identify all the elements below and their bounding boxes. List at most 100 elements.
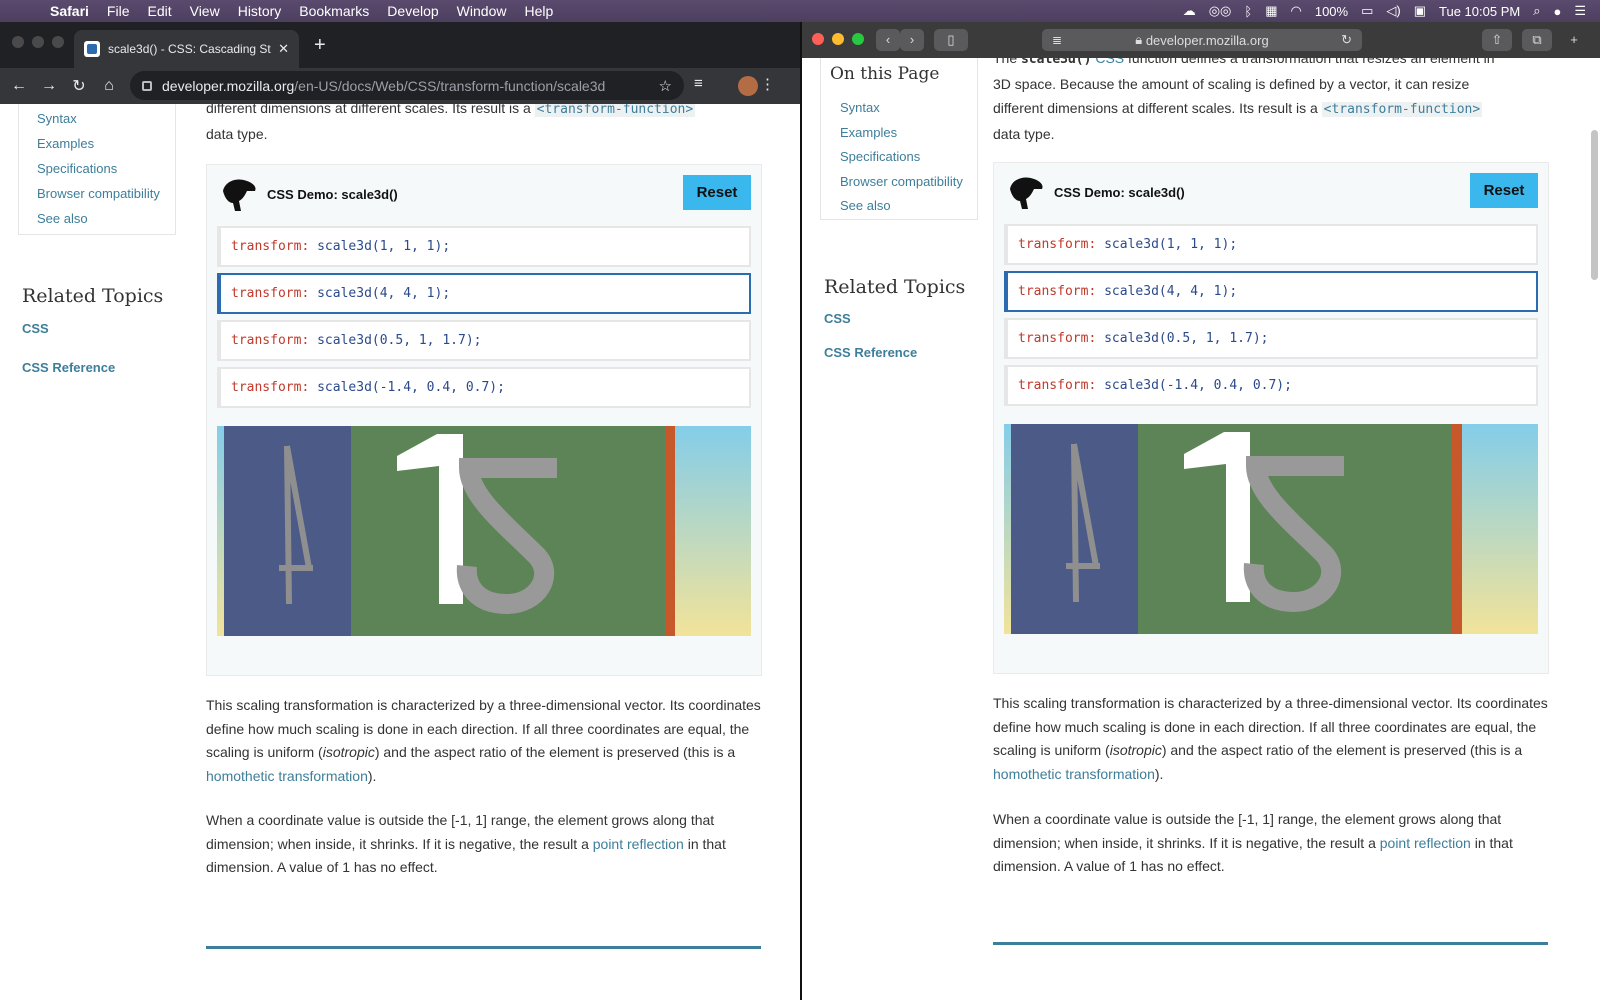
homothetic-transformation-link[interactable]: homothetic transformation [993,766,1155,782]
cloud-icon[interactable]: ☁ [1183,3,1196,19]
bluetooth-icon[interactable]: ᛒ [1244,4,1252,19]
minimize-window-button[interactable] [832,33,844,45]
reader-view-icon[interactable]: ≣ [1052,33,1062,47]
reload-icon[interactable]: ↻ [1341,32,1352,48]
menu-window[interactable]: Window [457,3,507,19]
point-reflection-link[interactable]: point reflection [1380,835,1471,851]
zoom-window-button[interactable] [52,36,64,48]
url-path: /en-US/docs/Web/CSS/transform-function/s… [294,77,606,94]
choice-property: transform: [231,286,310,301]
forward-button[interactable]: › [900,29,924,51]
menu-safari[interactable]: Safari [50,3,89,19]
bookmark-star-icon[interactable]: ☆ [659,77,672,95]
back-button[interactable]: ‹ [876,29,900,51]
spotlight-search-icon[interactable]: ⌕ [1533,3,1540,19]
reload-icon[interactable]: ↻ [64,76,94,96]
choice-property: transform: [231,239,310,254]
mdn-page: Syntax Examples Specifications Browser c… [0,104,800,1000]
close-tab-icon[interactable]: ✕ [278,41,289,57]
battery-icon[interactable]: ▭ [1361,3,1373,19]
choice-property: transform: [231,380,310,395]
lock-icon: 🔒︎ [1135,32,1146,47]
new-tab-button[interactable]: + [314,34,326,57]
demo-choice-4[interactable]: transform: scale3d(-1.4, 0.4, 0.7); [1004,365,1538,406]
menu-history[interactable]: History [238,3,282,19]
close-window-button[interactable] [12,36,24,48]
menu-view[interactable]: View [190,3,220,19]
transform-function-link[interactable]: <transform-function> [1321,102,1483,117]
glasses-icon[interactable]: ◎◎ [1209,3,1232,19]
mdn-page: On this Page Syntax Examples Specificati… [802,58,1600,1000]
window-controls [812,33,872,45]
volume-icon[interactable]: ◁) [1386,3,1400,19]
related-css-link[interactable]: CSS [22,321,49,336]
toc-examples[interactable]: Examples [840,125,897,140]
toc-see-also[interactable]: See also [37,211,88,226]
intro-text-2: 3D space. Because the amount of scaling … [993,76,1470,92]
more-menu-icon[interactable]: ⋮ [760,75,775,93]
clock[interactable]: Tue 10:05 PM [1439,4,1520,19]
related-css-reference-link[interactable]: CSS Reference [22,360,115,375]
css-link[interactable]: CSS [1095,58,1124,66]
transform-function-link[interactable]: <transform-function> [534,104,696,117]
zoom-window-button[interactable] [852,33,864,45]
menu-bookmarks[interactable]: Bookmarks [299,3,369,19]
choice-property: transform: [231,333,310,348]
related-css-link[interactable]: CSS [824,311,851,326]
tab-title: scale3d() - CSS: Cascading St [108,42,271,56]
forward-arrow-icon[interactable]: → [34,77,64,95]
keyboard-icon[interactable]: ▦ [1265,3,1277,19]
toc-examples[interactable]: Examples [37,136,94,151]
reading-list-icon[interactable]: ≡ [694,75,703,92]
browser-tab[interactable]: scale3d() - CSS: Cascading St ✕ [74,30,299,68]
notification-center-icon[interactable]: ☰ [1574,3,1586,19]
demo-choice-4[interactable]: transform: scale3d(-1.4, 0.4, 0.7); [217,367,751,408]
toc-browser-compatibility[interactable]: Browser compatibility [840,174,963,189]
demo-title: CSS Demo: scale3d() [267,186,398,202]
profile-avatar[interactable] [738,76,758,96]
new-tab-button[interactable]: + [1562,29,1586,51]
sidebar-toggle-icon[interactable]: ▯ [934,29,968,51]
toc-syntax[interactable]: Syntax [37,111,77,126]
homothetic-transformation-link[interactable]: homothetic transformation [206,768,368,784]
related-css-reference-link[interactable]: CSS Reference [824,345,917,360]
toc-see-also[interactable]: See also [840,198,891,213]
demo-choice-1[interactable]: transform: scale3d(1, 1, 1); [217,226,751,267]
menu-file[interactable]: File [107,3,130,19]
menu-develop[interactable]: Develop [387,3,438,19]
close-window-button[interactable] [812,33,824,45]
reset-button[interactable]: Reset [1470,173,1538,208]
toc-browser-compatibility[interactable]: Browser compatibility [37,186,160,201]
wifi-icon[interactable]: ◠ [1291,3,1302,19]
home-icon[interactable]: ⌂ [94,77,124,95]
menu-edit[interactable]: Edit [147,3,171,19]
calendar-icon[interactable]: ▣ [1414,3,1426,19]
demo-choice-2[interactable]: transform: scale3d(4, 4, 1); [1004,271,1538,312]
address-bar[interactable]: ≣ 🔒︎ developer.mozilla.org ↻ [1042,29,1362,51]
demo-header: CSS Demo: scale3d() [219,177,398,211]
back-arrow-icon[interactable]: ← [4,77,34,95]
demo-choice-1[interactable]: transform: scale3d(1, 1, 1); [1004,224,1538,265]
toc-specifications[interactable]: Specifications [840,149,920,164]
vertical-scrollbar[interactable] [1591,130,1598,280]
demo-choice-3[interactable]: transform: scale3d(0.5, 1, 1.7); [217,320,751,361]
show-tabs-icon[interactable]: ⧉ [1522,29,1552,51]
demo-header: CSS Demo: scale3d() [1006,175,1185,209]
demo-choice-3[interactable]: transform: scale3d(0.5, 1, 1.7); [1004,318,1538,359]
chrome-toolbar: ← → ↻ ⌂ developer.mozilla.org/en-US/docs… [0,68,800,104]
share-icon[interactable]: ⇧ [1482,29,1512,51]
demo-choice-2[interactable]: transform: scale3d(4, 4, 1); [217,273,751,314]
point-reflection-link[interactable]: point reflection [593,836,684,852]
interactive-demo: CSS Demo: scale3d() Reset transform: sca… [206,164,762,676]
address-bar[interactable]: developer.mozilla.org/en-US/docs/Web/CSS… [130,71,684,100]
minimize-window-button[interactable] [32,36,44,48]
intro-function-name: scale3d() [1021,58,1092,67]
mdn-dino-logo-icon [1006,175,1044,209]
toc-syntax[interactable]: Syntax [840,100,880,115]
paragraph-range: When a coordinate value is outside the [… [206,809,766,880]
user-avatar-icon[interactable]: ● [1553,4,1561,19]
window-controls [12,36,72,48]
reset-button[interactable]: Reset [683,175,751,210]
menu-help[interactable]: Help [524,3,553,19]
toc-specifications[interactable]: Specifications [37,161,117,176]
